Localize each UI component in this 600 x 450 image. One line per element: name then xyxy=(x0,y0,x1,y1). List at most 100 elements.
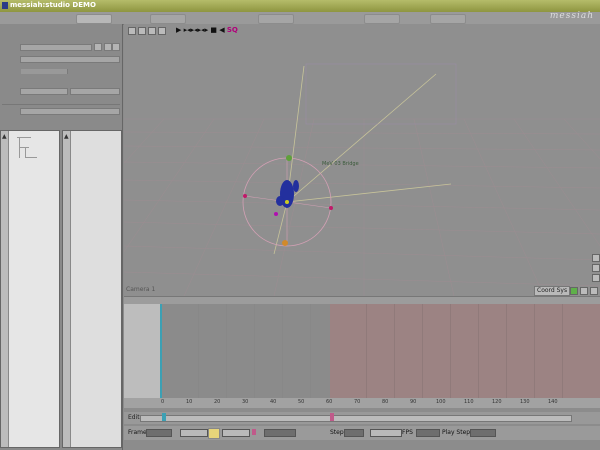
out-of-range-region xyxy=(330,304,600,398)
app-logo: messiah xyxy=(549,11,594,21)
frame-gridline xyxy=(422,304,423,398)
side-tool-button[interactable] xyxy=(592,274,600,282)
frame-gridline xyxy=(506,304,507,398)
play-step-field[interactable] xyxy=(470,429,496,437)
ruler-tick: 10 xyxy=(186,399,193,405)
property-field-frame xyxy=(20,68,120,75)
ruler-tick: 130 xyxy=(520,399,530,405)
frame-gridline xyxy=(394,304,395,398)
frame-gridline xyxy=(562,304,563,398)
property-field[interactable] xyxy=(20,88,68,95)
app-icon xyxy=(2,2,8,9)
ruler-tick: 20 xyxy=(214,399,221,405)
gizmo-center xyxy=(285,200,289,204)
view-toggle[interactable] xyxy=(590,287,598,295)
menu-tab-active[interactable] xyxy=(76,14,112,24)
property-button[interactable] xyxy=(94,43,102,51)
property-button[interactable] xyxy=(112,43,120,51)
range-field[interactable] xyxy=(264,429,296,437)
fps-field[interactable] xyxy=(416,429,440,437)
fps-slider[interactable] xyxy=(370,429,402,437)
property-field[interactable] xyxy=(20,108,120,115)
property-field[interactable] xyxy=(20,56,120,63)
channel-list[interactable] xyxy=(124,304,161,398)
left-panel: ▲ ▲ xyxy=(0,24,123,450)
window-title: messiah:studio DEMO xyxy=(10,1,96,9)
scroll-up-icon[interactable]: ▲ xyxy=(64,133,69,140)
bottom-bar: Frame Step FPS Play Step xyxy=(124,426,600,440)
channel-scrollbar[interactable] xyxy=(63,131,71,447)
view-toggle[interactable] xyxy=(570,287,578,295)
property-field[interactable] xyxy=(20,44,92,51)
coord-sys-button[interactable]: Coord Sys xyxy=(534,286,571,296)
end-marker-icon xyxy=(252,429,256,435)
tree-branch xyxy=(19,138,20,158)
ruler-tick: 140 xyxy=(548,399,558,405)
camera-rect xyxy=(305,63,457,125)
menu-tab[interactable] xyxy=(364,14,400,24)
property-field[interactable] xyxy=(70,88,120,95)
frame-gridline xyxy=(450,304,451,398)
range-end-marker[interactable] xyxy=(330,413,334,421)
play-step-label: Play Step xyxy=(442,429,471,436)
frame-gridline xyxy=(310,304,311,398)
menu-tab[interactable] xyxy=(150,14,186,24)
frame-field[interactable] xyxy=(146,429,172,437)
scene-tree-panel[interactable]: ▲ xyxy=(0,130,60,448)
side-tool-button[interactable] xyxy=(592,254,600,262)
ruler-tick: 80 xyxy=(382,399,389,405)
menu-tab[interactable] xyxy=(430,14,466,24)
tree-item[interactable] xyxy=(19,147,29,148)
fps-label: FPS xyxy=(402,429,413,436)
ruler-tick: 0 xyxy=(161,399,165,405)
side-tool-button[interactable] xyxy=(592,264,600,272)
title-bar: messiah:studio DEMO xyxy=(0,0,600,12)
ruler-tick: 100 xyxy=(436,399,446,405)
object-label: MeV 03 Bridge xyxy=(322,161,359,167)
gizmo-handle-magenta xyxy=(274,212,278,216)
ruler-tick: 50 xyxy=(298,399,305,405)
gizmo-handle-red xyxy=(243,194,247,198)
ruler-tick: 70 xyxy=(354,399,361,405)
menu-tab[interactable] xyxy=(258,14,294,24)
frame-gridline xyxy=(254,304,255,398)
frame-label: Frame xyxy=(128,429,147,436)
frame-gridline xyxy=(282,304,283,398)
frame-gridline xyxy=(366,304,367,398)
start-frame-field[interactable] xyxy=(180,429,208,437)
ruler-tick: 120 xyxy=(492,399,502,405)
channel-panel[interactable]: ▲ xyxy=(62,130,122,448)
3d-viewport[interactable]: ▶ ▸◂▸◂▸◂▸ ■ ◀ SQ MeV 03 Bridge Camera 1 … xyxy=(124,24,600,296)
frame-gridline xyxy=(478,304,479,398)
end-frame-field[interactable] xyxy=(222,429,250,437)
tree-item[interactable] xyxy=(25,157,37,158)
range-slider[interactable] xyxy=(140,415,572,422)
ruler-tick: 30 xyxy=(242,399,249,405)
dopesheet[interactable] xyxy=(124,304,600,398)
frame-gridline xyxy=(226,304,227,398)
edit-label: Edit xyxy=(128,414,140,421)
viewport-canvas[interactable]: MeV 03 Bridge xyxy=(124,24,600,296)
edit-row: Edit xyxy=(124,412,600,424)
gizmo-handle-green xyxy=(286,155,292,161)
gizmo-handle-red xyxy=(329,206,333,210)
ruler-tick: 60 xyxy=(326,399,333,405)
divider xyxy=(2,104,120,105)
property-button[interactable] xyxy=(104,43,112,51)
range-start-marker[interactable] xyxy=(162,413,166,421)
ruler-tick: 110 xyxy=(464,399,474,405)
current-frame-line[interactable] xyxy=(160,304,162,398)
ruler-tick: 40 xyxy=(270,399,277,405)
frame-gridline xyxy=(534,304,535,398)
gizmo-handle-orange xyxy=(282,240,288,246)
step-field[interactable] xyxy=(344,429,364,437)
scroll-up-icon[interactable]: ▲ xyxy=(2,133,7,140)
grid-floor xyxy=(124,118,600,296)
key-button[interactable] xyxy=(208,428,220,439)
frame-gridline xyxy=(198,304,199,398)
frame-ruler[interactable]: 0 10 20 30 40 50 60 70 80 90 100 110 120… xyxy=(124,398,600,408)
step-label: Step xyxy=(330,429,344,436)
ruler-tick: 90 xyxy=(410,399,417,405)
scene-tree-scrollbar[interactable] xyxy=(1,131,9,447)
view-toggle[interactable] xyxy=(580,287,588,295)
